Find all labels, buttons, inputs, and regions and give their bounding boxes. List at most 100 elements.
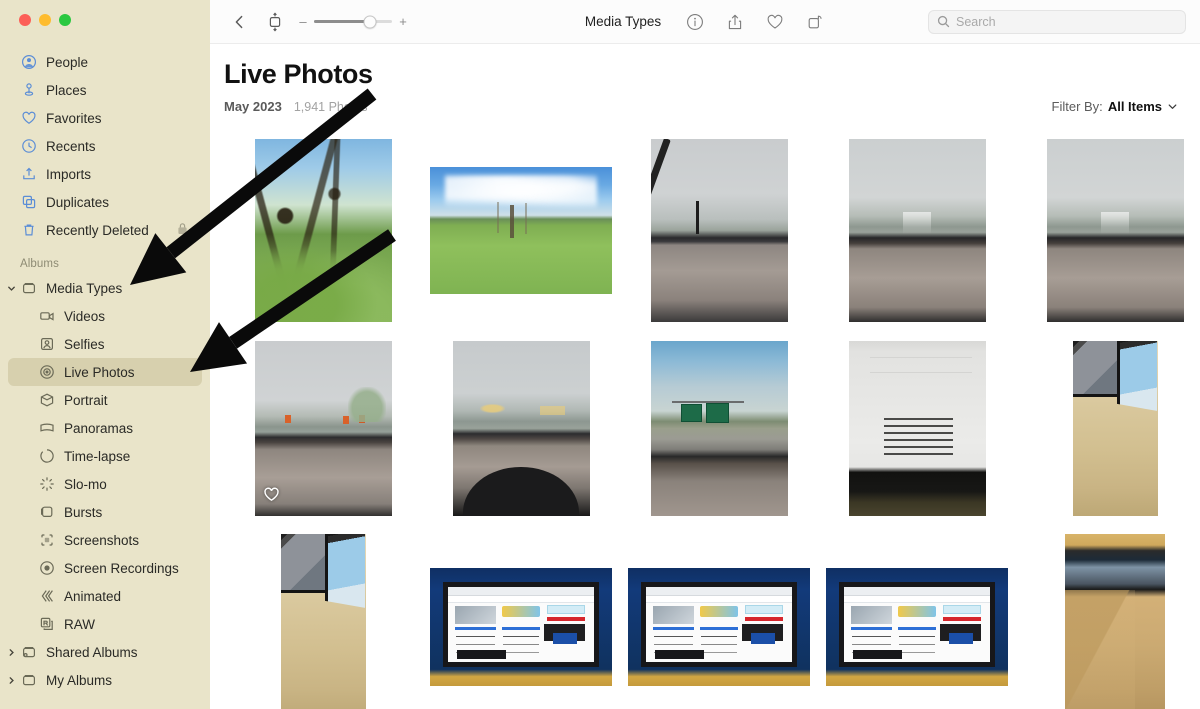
photo-thumbnail-image xyxy=(848,139,986,323)
sidebar-item-selfies[interactable]: Selfies xyxy=(8,330,202,358)
content-header: Live Photos May 2023 1,941 Photos Filter… xyxy=(210,44,1200,119)
photo-detail-nav xyxy=(447,595,595,604)
photo-detail-blue xyxy=(751,633,775,644)
photo-monitors-on-desk[interactable] xyxy=(1072,341,1158,517)
sidebar-item-videos[interactable]: Videos xyxy=(8,302,202,330)
chevron-down-icon[interactable] xyxy=(4,281,18,295)
sidebar-item-raw[interactable]: RAW xyxy=(8,610,202,638)
toolbar-title: Media Types xyxy=(584,14,662,29)
photos-app-window: People Places Favorites Recents Imports … xyxy=(0,0,1200,709)
chevron-right-icon[interactable] xyxy=(4,673,18,687)
sidebar-item-time-lapse[interactable]: Time-lapse xyxy=(8,442,202,470)
heart-icon[interactable] xyxy=(765,12,785,32)
sidebar-item-recently-deleted[interactable]: Recently Deleted xyxy=(8,216,202,244)
photo-detail-bar xyxy=(843,586,991,596)
lock-icon xyxy=(177,222,188,238)
photo-grid-cell xyxy=(224,529,422,709)
photo-monitor-corner-desk[interactable] xyxy=(280,534,366,709)
sidebar-item-label: Screen Recordings xyxy=(64,560,179,576)
record-circle-icon xyxy=(38,560,55,577)
back-button[interactable] xyxy=(228,11,250,33)
zoom-slider-track[interactable] xyxy=(314,15,392,28)
photo-grid-cell xyxy=(620,331,818,527)
panorama-icon xyxy=(38,420,55,437)
zoom-slider[interactable]: – + xyxy=(298,14,408,29)
duplicate-squares-icon xyxy=(20,194,37,211)
main-content: – + Media Types Search Live Photos May 2… xyxy=(210,0,1200,709)
sidebar-item-label: RAW xyxy=(64,616,95,632)
photo-website-on-monitor-b[interactable] xyxy=(628,567,810,686)
sidebar-item-favorites[interactable]: Favorites xyxy=(8,104,202,132)
sidebar-item-label: Videos xyxy=(64,308,106,324)
sidebar-item-bursts[interactable]: Bursts xyxy=(8,498,202,526)
photo-detail-card3 xyxy=(943,604,982,614)
sidebar-item-panoramas[interactable]: Panoramas xyxy=(8,414,202,442)
photo-wet-road-wiper-blur[interactable] xyxy=(1046,139,1184,323)
share-icon[interactable] xyxy=(725,12,745,32)
screenshot-icon xyxy=(38,532,55,549)
sidebar-item-live-photos[interactable]: Live Photos xyxy=(8,358,202,386)
minimize-window-button[interactable] xyxy=(39,14,51,26)
photo-grid-cell xyxy=(224,331,422,527)
aspect-ratio-button[interactable] xyxy=(264,11,286,33)
close-window-button[interactable] xyxy=(19,14,31,26)
map-pin-icon xyxy=(20,82,37,99)
sidebar-item-label: Shared Albums xyxy=(46,644,138,660)
sidebar-item-imports[interactable]: Imports xyxy=(8,160,202,188)
sidebar-item-duplicates[interactable]: Duplicates xyxy=(8,188,202,216)
photo-steering-wheel-rain[interactable] xyxy=(452,341,590,517)
maximize-window-button[interactable] xyxy=(59,14,71,26)
photo-grid-cell xyxy=(1016,133,1200,329)
clock-icon xyxy=(20,138,37,155)
sidebar-item-media-types[interactable]: Media Types xyxy=(7,274,202,302)
chevron-right-icon[interactable] xyxy=(4,645,18,659)
sidebar-item-people[interactable]: People xyxy=(8,48,202,76)
sidebar-item-label: Selfies xyxy=(64,336,105,352)
info-icon[interactable] xyxy=(685,12,705,32)
photo-website-on-monitor-a[interactable] xyxy=(430,567,612,686)
raw-icon xyxy=(38,616,55,633)
sidebar-item-label: Live Photos xyxy=(64,364,135,380)
photo-windshield-wiper-highway[interactable] xyxy=(650,139,788,323)
sidebar-item-my-albums[interactable]: My Albums xyxy=(8,666,202,694)
photo-document-on-screen[interactable] xyxy=(848,341,986,517)
photo-grid-cell xyxy=(422,529,620,709)
zoom-slider-knob[interactable] xyxy=(363,15,377,28)
photo-grid-cell xyxy=(818,529,1016,709)
photo-trees-in-field[interactable] xyxy=(254,139,392,323)
sidebar-item-animated[interactable]: Animated xyxy=(8,582,202,610)
sidebar-item-label: Duplicates xyxy=(46,194,110,210)
search-field[interactable] xyxy=(928,9,1186,34)
photo-grid-cell xyxy=(422,133,620,329)
window-controls xyxy=(0,0,210,36)
sidebar-item-label: Bursts xyxy=(64,504,103,520)
sidebar-item-shared-albums[interactable]: Shared Albums xyxy=(8,638,202,666)
zoom-in-button[interactable]: + xyxy=(398,14,408,29)
sidebar-item-label: Time-lapse xyxy=(64,448,131,464)
trash-icon xyxy=(20,222,37,239)
photo-detail-bar xyxy=(645,586,793,596)
photos-count-label: 1,941 Photos xyxy=(293,99,368,114)
sidebar-item-recents[interactable]: Recents xyxy=(8,132,202,160)
filter-by-dropdown[interactable]: Filter By: All Items xyxy=(1052,99,1178,114)
sidebar-item-portrait[interactable]: Portrait xyxy=(8,386,202,414)
search-input[interactable] xyxy=(956,14,1177,29)
photo-grid-cell xyxy=(620,529,818,709)
sidebar-item-slo-mo[interactable]: Slo-mo xyxy=(8,470,202,498)
sidebar-item-screen-recordings[interactable]: Screen Recordings xyxy=(8,554,202,582)
photo-detail-card2 xyxy=(897,606,937,617)
zoom-out-button[interactable]: – xyxy=(298,14,308,29)
photo-lone-tree-meadow[interactable] xyxy=(430,167,612,295)
sidebar-item-label: Recents xyxy=(46,138,96,154)
photo-highway-signs-clouds[interactable] xyxy=(650,341,788,517)
photo-grid-row xyxy=(224,529,1190,709)
photo-highway-cones-rain[interactable] xyxy=(254,341,392,517)
sidebar-item-places[interactable]: Places xyxy=(8,76,202,104)
photo-gold-desk-corner[interactable] xyxy=(1065,534,1165,709)
photo-rainy-highway-dashboard[interactable] xyxy=(848,139,986,323)
photo-thumbnail-image xyxy=(452,341,590,517)
sidebar-item-screenshots[interactable]: Screenshots xyxy=(8,526,202,554)
chevron-down-icon[interactable] xyxy=(1167,101,1178,112)
rotate-icon[interactable] xyxy=(805,12,825,32)
photo-website-on-monitor-c[interactable] xyxy=(826,567,1008,686)
